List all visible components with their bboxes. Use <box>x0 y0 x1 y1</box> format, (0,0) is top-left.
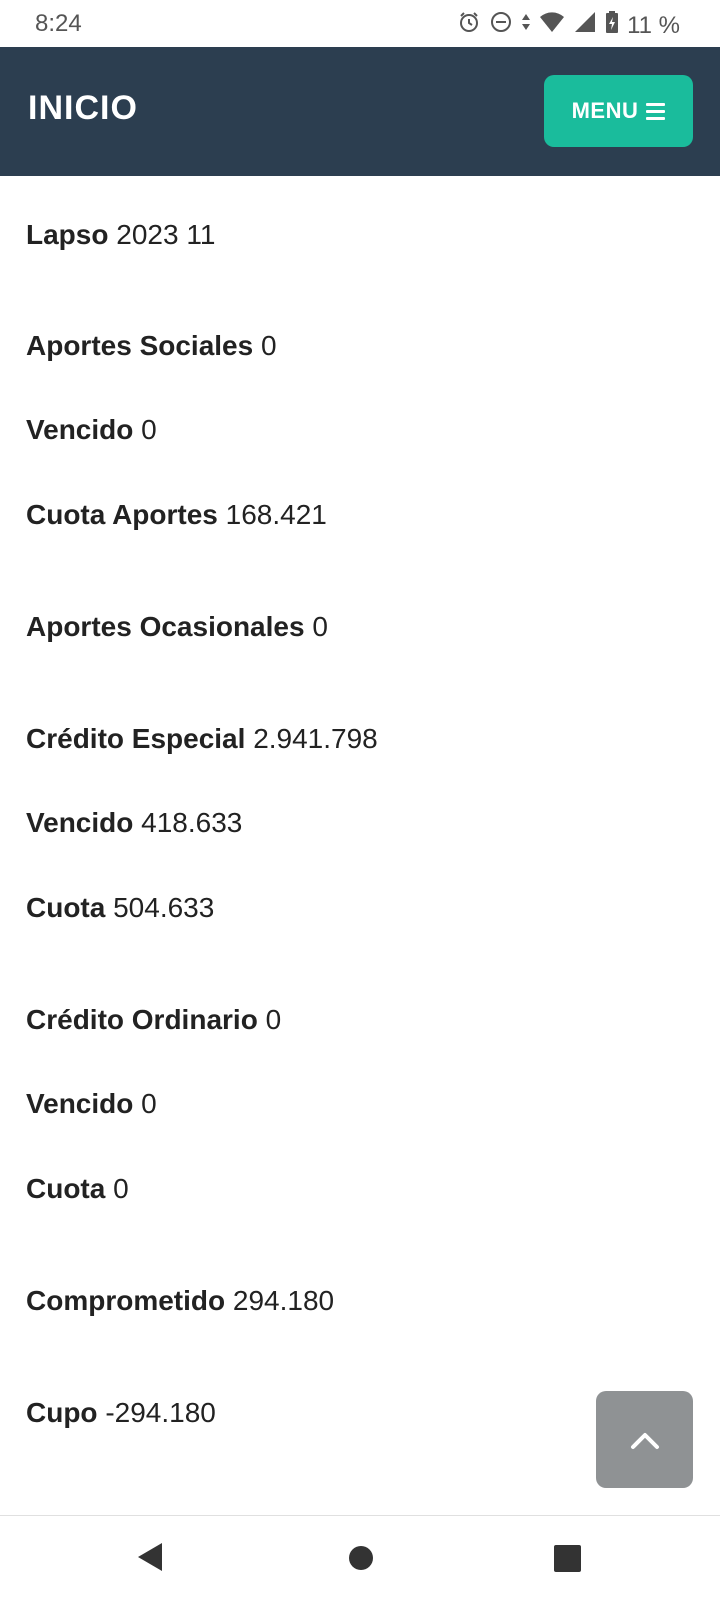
info-row-lapso: Lapso 2023 11 <box>26 218 215 252</box>
signal-icon <box>573 10 597 41</box>
home-icon[interactable] <box>349 1546 373 1570</box>
info-row-comprometido: Comprometido 294.180 <box>26 1284 334 1318</box>
chevron-up-icon <box>630 1432 659 1449</box>
status-time: 8:24 <box>35 10 82 37</box>
info-row-aportes-sociales: Aportes Sociales 0 <box>26 329 277 363</box>
battery-icon <box>605 10 619 41</box>
row-value: 0 <box>141 1088 157 1119</box>
info-row-vencido-aportes: Vencido 0 <box>26 413 157 447</box>
info-row-vencido-especial: Vencido 418.633 <box>26 806 242 840</box>
row-label: Crédito Ordinario <box>26 1004 258 1035</box>
row-label: Cuota Aportes <box>26 499 218 530</box>
hamburger-icon <box>646 102 666 120</box>
row-value: 294.180 <box>232 1285 335 1316</box>
dnd-icon <box>489 10 513 41</box>
row-value: 0 <box>265 1004 282 1035</box>
scroll-to-top-button[interactable] <box>596 1391 693 1488</box>
menu-button[interactable]: MENU <box>544 75 693 147</box>
row-label: Lapso <box>26 219 109 250</box>
row-value: 2023 11 <box>116 219 216 250</box>
row-label: Cuota <box>26 892 106 923</box>
menu-button-label: MENU <box>571 98 639 123</box>
row-value: -294.180 <box>105 1397 216 1428</box>
row-label: Vencido <box>26 1088 134 1119</box>
row-label: Cuota <box>26 1173 106 1204</box>
status-icons: 11 % <box>457 10 680 41</box>
info-row-credito-ordinario: Crédito Ordinario 0 <box>26 1003 281 1037</box>
info-row-cuota-aportes: Cuota Aportes 168.421 <box>26 498 327 532</box>
row-value: 418.633 <box>141 807 243 838</box>
page-title: INICIO <box>28 89 138 127</box>
app-header: INICIO MENU <box>0 47 720 176</box>
info-row-cuota-especial: Cuota 504.633 <box>26 891 214 925</box>
row-value: 0 <box>141 414 157 445</box>
row-label: Vencido <box>26 807 134 838</box>
row-label: Aportes Ocasionales <box>26 611 305 642</box>
row-value: 504.633 <box>113 892 215 923</box>
alarm-icon <box>457 10 481 41</box>
row-value: 0 <box>260 330 277 361</box>
row-value: 0 <box>113 1173 129 1204</box>
row-value: 168.421 <box>225 499 327 530</box>
row-value: 0 <box>312 611 328 642</box>
row-label: Aportes Sociales <box>26 330 254 361</box>
row-label: Comprometido <box>26 1285 226 1316</box>
back-icon[interactable] <box>136 1541 164 1578</box>
info-row-vencido-ordinario: Vencido 0 <box>26 1087 157 1121</box>
info-row-credito-especial: Crédito Especial 2.941.798 <box>26 722 378 756</box>
battery-percent: 11 % <box>627 11 680 39</box>
recent-apps-icon[interactable] <box>554 1545 581 1572</box>
wifi-icon <box>539 10 565 41</box>
info-row-cuota-ordinario: Cuota 0 <box>26 1172 129 1206</box>
data-arrows-icon <box>521 10 531 41</box>
row-label: Vencido <box>26 414 134 445</box>
system-nav-bar <box>0 1515 720 1601</box>
row-label: Cupo <box>26 1397 98 1428</box>
status-bar: 8:24 11 % <box>0 0 720 47</box>
row-value: 2.941.798 <box>253 723 378 754</box>
row-label: Crédito Especial <box>26 723 246 754</box>
info-row-aportes-ocasionales: Aportes Ocasionales 0 <box>26 610 328 644</box>
info-row-cupo: Cupo -294.180 <box>26 1396 216 1430</box>
